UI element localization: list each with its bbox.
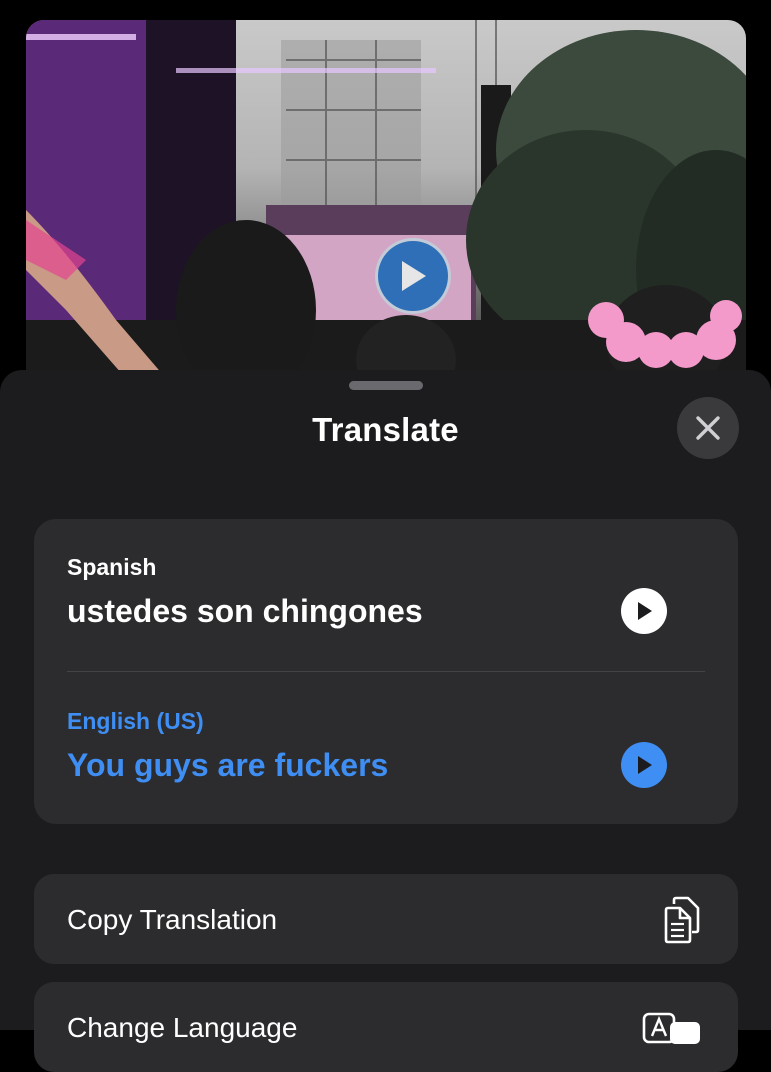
target-language-label: English (US)	[67, 708, 204, 734]
play-source-button[interactable]	[621, 588, 667, 634]
copy-translation-button[interactable]: Copy Translation	[34, 874, 738, 964]
close-button[interactable]	[677, 397, 739, 459]
change-language-label: Change Language	[67, 1012, 298, 1043]
play-icon	[638, 602, 652, 620]
video-frame-image	[26, 20, 746, 390]
translate-sheet: Translate Spanish ustedes son chingones …	[0, 370, 771, 1072]
play-translation-button[interactable]	[621, 742, 667, 788]
video-play-button[interactable]	[375, 238, 451, 314]
sheet-title: Translate	[312, 411, 459, 448]
target-text: You guys are fuckers	[67, 747, 389, 783]
card-divider	[67, 671, 705, 672]
translate-icon	[642, 1012, 700, 1044]
play-icon	[638, 756, 652, 774]
source-language-label: Spanish	[67, 554, 157, 580]
video-thumbnail[interactable]	[26, 20, 746, 390]
play-icon	[402, 261, 426, 291]
sheet-grabber[interactable]	[349, 381, 423, 390]
copy-translation-label: Copy Translation	[67, 904, 278, 935]
close-icon	[696, 416, 720, 440]
source-text: ustedes son chingones	[67, 593, 423, 629]
copy-icon	[664, 896, 700, 944]
change-language-button[interactable]: Change Language	[34, 982, 738, 1072]
